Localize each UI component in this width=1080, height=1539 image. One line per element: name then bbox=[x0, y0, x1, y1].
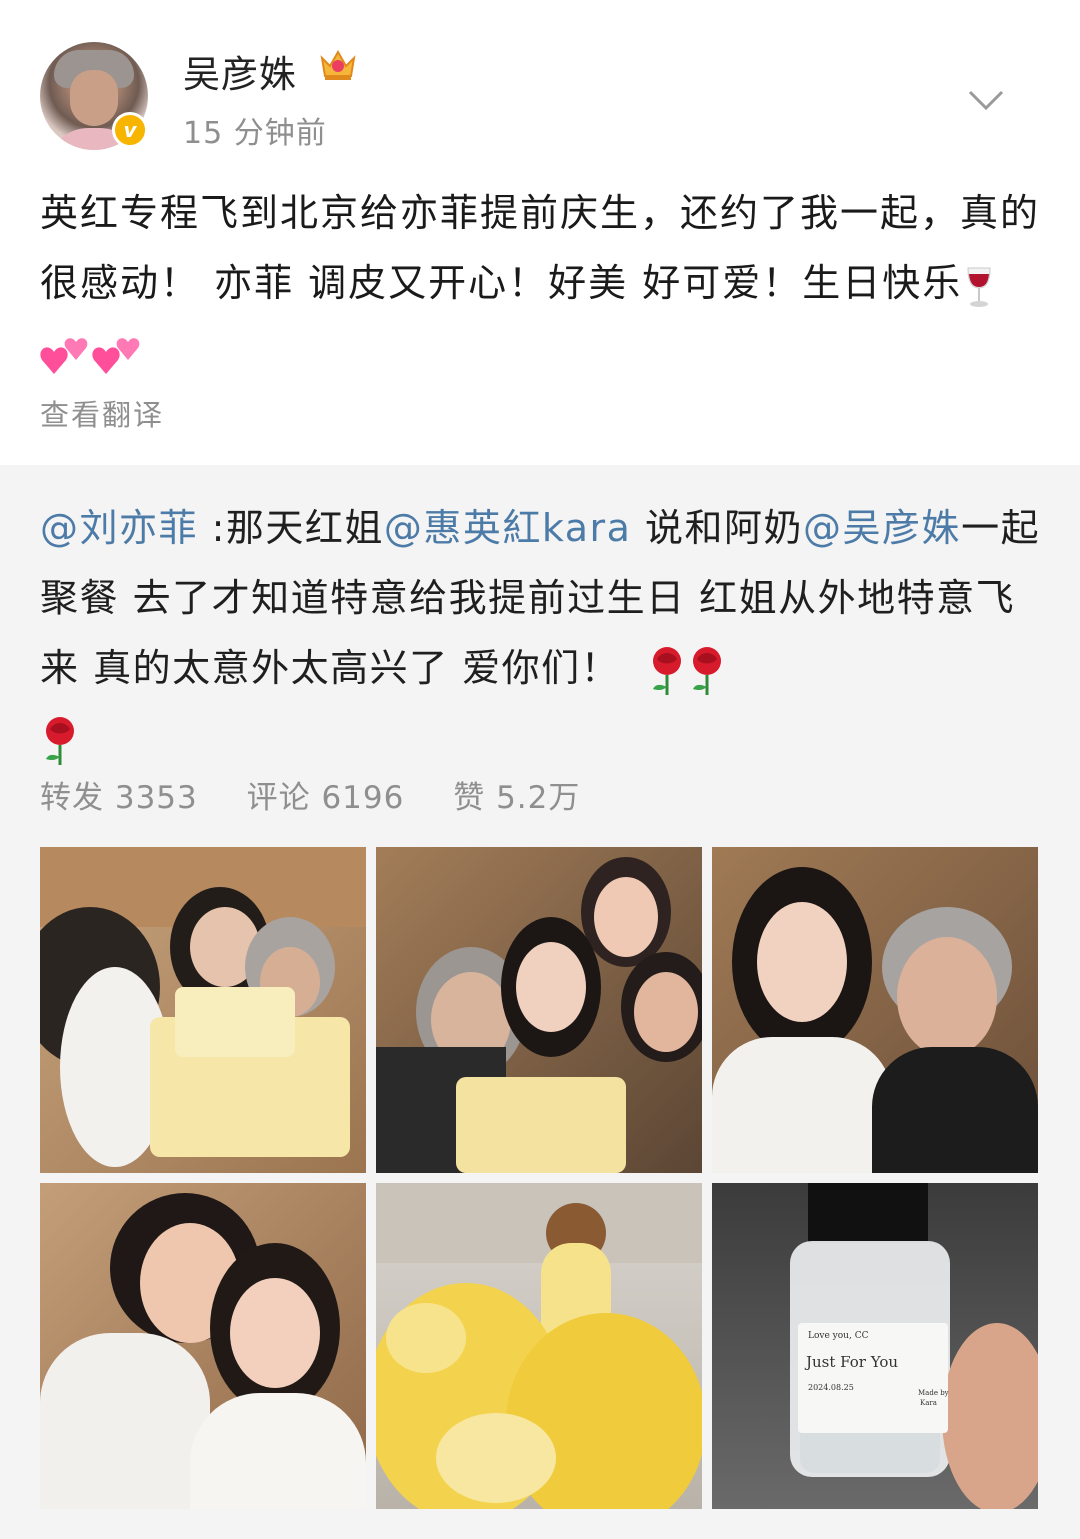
repost-text: @刘亦菲 :那天红姐@惠英紅kara 说和阿奶@吴彦姝一起聚餐 去了才知道特意给… bbox=[40, 493, 1050, 773]
post-time: 15 分钟前 bbox=[183, 116, 327, 151]
two-hearts-icon bbox=[92, 337, 140, 374]
chevron-down-icon[interactable] bbox=[966, 84, 1006, 114]
two-hearts-icon bbox=[40, 337, 88, 374]
repost-stats: 转发 3353 评论 6196 赞 5.2万 bbox=[40, 772, 618, 817]
repost-count[interactable]: 转发 3353 bbox=[40, 780, 198, 816]
bottle-label-made-by: Made by bbox=[918, 1389, 949, 1397]
mention-link[interactable]: @吴彦姝 bbox=[803, 506, 961, 550]
photo-1[interactable] bbox=[40, 847, 366, 1173]
mention-link[interactable]: @刘亦菲 bbox=[40, 506, 198, 550]
repost-text-segment: 说和阿奶 bbox=[631, 506, 804, 550]
comment-count[interactable]: 评论 6196 bbox=[247, 780, 405, 816]
photo-4[interactable] bbox=[40, 1183, 366, 1509]
photo-6[interactable]: Love you, CC Just For You 2024.08.25 Mad… bbox=[712, 1183, 1038, 1509]
bottle-label-line2: Just For You bbox=[806, 1353, 899, 1371]
bottle-label-line1: Love you, CC bbox=[808, 1331, 869, 1341]
wine-glass-icon bbox=[967, 267, 991, 307]
crown-icon bbox=[320, 49, 356, 80]
photo-3[interactable] bbox=[712, 847, 1038, 1173]
post-text: 英红专程飞到北京给亦菲提前庆生，还约了我一起，真的很感动！ 亦菲 调皮又开心！好… bbox=[40, 191, 1041, 305]
like-count[interactable]: 赞 5.2万 bbox=[453, 780, 580, 816]
repost-text-segment: :那天红姐 bbox=[198, 506, 384, 550]
photo-grid: Love you, CC Just For You 2024.08.25 Mad… bbox=[40, 847, 1040, 1517]
photo-5[interactable] bbox=[376, 1183, 702, 1509]
username[interactable]: 吴彦姝 bbox=[183, 44, 297, 98]
bottle-label-date: 2024.08.25 bbox=[808, 1383, 854, 1392]
mention-link[interactable]: @惠英紅kara bbox=[384, 506, 632, 550]
repost-card[interactable]: @刘亦菲 :那天红姐@惠英紅kara 说和阿奶@吴彦姝一起聚餐 去了才知道特意给… bbox=[0, 465, 1080, 1539]
verified-badge-icon: v bbox=[112, 112, 148, 148]
weibo-post: v 吴彦姝 15 分钟前 英红专程飞到北京给亦菲提前庆生，还约了我一起，真的很感… bbox=[0, 0, 1080, 465]
rose-icon bbox=[46, 716, 74, 765]
rose-icon bbox=[693, 646, 722, 695]
post-content: 英红专程飞到北京给亦菲提前庆生，还约了我一起，真的很感动！ 亦菲 调皮又开心！好… bbox=[40, 178, 1040, 388]
photo-2[interactable] bbox=[376, 847, 702, 1173]
translate-link[interactable]: 查看翻译 bbox=[40, 392, 164, 434]
bottle-label-maker: Kara bbox=[920, 1399, 937, 1407]
rose-icon bbox=[653, 646, 682, 695]
